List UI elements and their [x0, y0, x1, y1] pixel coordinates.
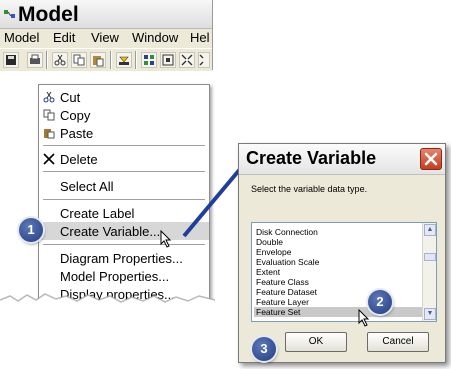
- model-toolbar: [0, 48, 212, 71]
- menu-item-cut[interactable]: Cut: [39, 88, 209, 106]
- mouse-cursor-icon: [358, 309, 370, 327]
- dialog-prompt: Select the variable data type.: [251, 184, 368, 194]
- zoom-in-icon[interactable]: [179, 52, 195, 68]
- ok-button[interactable]: OK: [285, 332, 347, 352]
- list-item[interactable]: Evaluation Scale: [254, 257, 422, 267]
- list-item[interactable]: Disk Connection: [254, 227, 422, 237]
- dialog-title: Create Variable: [246, 148, 377, 168]
- paste-icon[interactable]: [90, 52, 106, 68]
- list-item[interactable]: Envelope: [254, 247, 422, 257]
- scroll-up-icon[interactable]: ▲: [424, 224, 436, 236]
- zoom-out-icon[interactable]: [198, 52, 210, 68]
- save-icon[interactable]: [3, 52, 19, 68]
- menu-item-label: Create Variable...: [60, 224, 161, 239]
- cancel-button[interactable]: Cancel: [367, 332, 429, 352]
- model-menubar: Model Edit View Window Hel: [0, 30, 212, 46]
- mouse-cursor-icon: [160, 230, 172, 248]
- menu-window[interactable]: Window: [132, 30, 178, 45]
- menu-separator: [43, 145, 205, 146]
- dialog-title-bar: Create Variable: [239, 144, 445, 175]
- menu-item-label: Paste: [60, 126, 94, 141]
- model-builder-logo-icon: [4, 10, 15, 18]
- cut-icon: [43, 91, 55, 103]
- copy-icon[interactable]: [71, 52, 87, 68]
- toolbar-separator: [110, 51, 112, 69]
- step-badge-1: 1: [19, 218, 43, 242]
- torn-edge: [0, 293, 215, 332]
- menu-item-copy[interactable]: Copy: [39, 106, 209, 124]
- menu-view[interactable]: View: [91, 30, 119, 45]
- data-type-list[interactable]: Disk Connection Double Envelope Evaluati…: [251, 222, 437, 322]
- full-extent-icon[interactable]: [160, 52, 176, 68]
- step-badge-2: 2: [368, 290, 392, 314]
- menu-item-label: Cut: [60, 90, 81, 105]
- model-title-bar: Model: [0, 0, 212, 29]
- close-icon: [424, 152, 438, 166]
- copy-icon: [43, 109, 55, 121]
- model-window-title: Model: [18, 3, 79, 26]
- menu-item-label: Delete: [60, 152, 98, 167]
- menu-item-paste[interactable]: Paste: [39, 124, 209, 142]
- menu-model[interactable]: Model: [4, 30, 39, 45]
- scroll-down-icon[interactable]: ▼: [424, 308, 436, 320]
- list-item[interactable]: Feature Dataset: [254, 287, 422, 297]
- menu-item-model-properties[interactable]: Model Properties...: [39, 267, 209, 285]
- list-scrollbar[interactable]: ▲ ▼: [422, 223, 436, 321]
- scroll-thumb[interactable]: [424, 253, 436, 261]
- list-item[interactable]: Extent: [254, 267, 422, 277]
- step-badge-3: 3: [252, 337, 276, 361]
- list-item[interactable]: Feature Class: [254, 277, 422, 287]
- close-button[interactable]: [420, 148, 442, 170]
- create-variable-dialog: Create Variable Select the variable data…: [238, 143, 446, 363]
- toolbar-separator: [46, 51, 48, 69]
- menu-item-label: Select All: [60, 179, 114, 194]
- menu-item-label: Copy: [60, 108, 91, 123]
- print-icon[interactable]: [27, 52, 43, 68]
- menu-item-label: Create Label: [60, 206, 135, 221]
- list-item-selected[interactable]: Feature Set: [254, 307, 422, 317]
- menu-help[interactable]: Hel: [190, 30, 210, 45]
- add-data-icon[interactable]: [116, 52, 132, 68]
- cut-icon[interactable]: [52, 52, 68, 68]
- menu-item-diagram-properties[interactable]: Diagram Properties...: [39, 249, 209, 267]
- list-item[interactable]: Double: [254, 237, 422, 247]
- menu-separator: [43, 244, 205, 245]
- model-window: Model Model Edit View Window Hel: [0, 0, 213, 71]
- menu-item-label: Diagram Properties...: [60, 251, 183, 266]
- list-item[interactable]: Feature Layer: [254, 297, 422, 307]
- delete-icon: [43, 153, 55, 165]
- paste-icon: [43, 127, 55, 139]
- toolbar-separator: [135, 51, 137, 69]
- menu-item-label: Model Properties...: [60, 269, 170, 284]
- menu-edit[interactable]: Edit: [53, 30, 75, 45]
- grid-icon[interactable]: [141, 52, 157, 68]
